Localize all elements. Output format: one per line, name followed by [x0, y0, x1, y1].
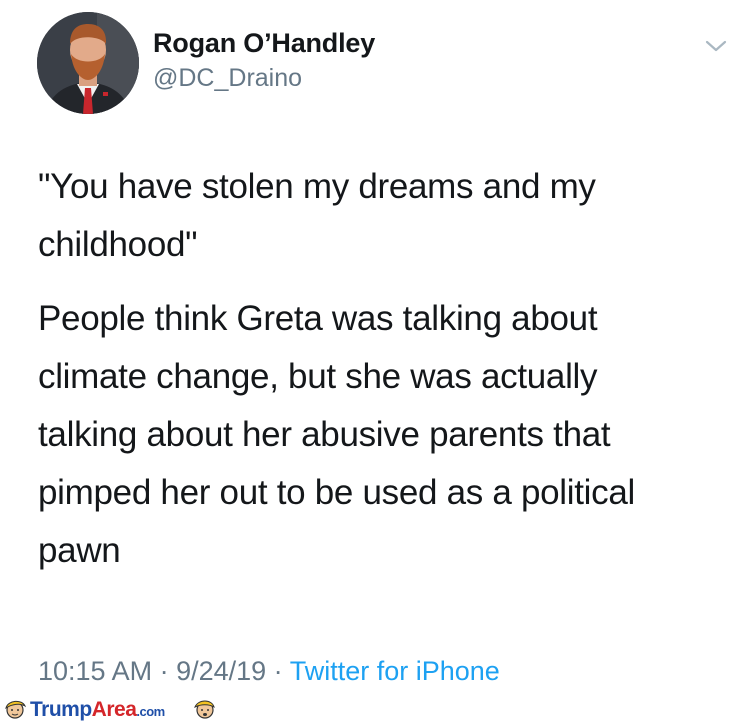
avatar[interactable]: [37, 12, 139, 114]
watermark: TrumpArea.com: [0, 695, 230, 723]
profile-photo-icon: [37, 12, 139, 114]
chevron-down-icon[interactable]: [703, 36, 729, 56]
tweet-text: "You have stolen my dreams and my childh…: [38, 158, 728, 580]
tweet-card: Rogan O’Handley @DC_Draino "You have sto…: [0, 0, 740, 723]
trump-face-icon: [3, 697, 27, 726]
tweet-paragraph-body: People think Greta was talking about cli…: [38, 299, 635, 570]
author-handle[interactable]: @DC_Draino: [153, 64, 302, 93]
trump-face-icon: [193, 697, 217, 726]
watermark-text: TrumpArea.com: [30, 698, 165, 722]
watermark-brand-suffix: .com: [136, 704, 165, 719]
watermark-brand-part1: Trump: [30, 698, 92, 721]
watermark-brand-part2: Area: [91, 698, 137, 721]
meta-separator: ·: [266, 656, 290, 686]
author-display-name[interactable]: Rogan O’Handley: [153, 28, 375, 59]
tweet-time[interactable]: 10:15 AM: [38, 656, 152, 686]
tweet-meta: 10:15 AM · 9/24/19 · Twitter for iPhone: [38, 656, 500, 687]
tweet-date[interactable]: 9/24/19: [176, 656, 266, 686]
meta-separator: ·: [152, 656, 177, 686]
tweet-source-link[interactable]: Twitter for iPhone: [290, 656, 500, 686]
tweet-paragraph-quote: "You have stolen my dreams and my childh…: [38, 167, 596, 264]
